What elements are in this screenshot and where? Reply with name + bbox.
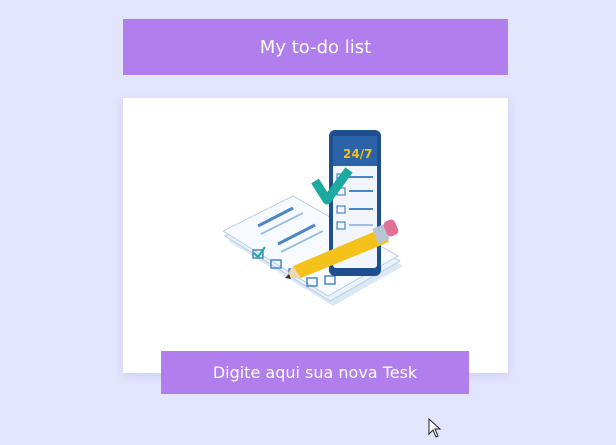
svg-text:24/7: 24/7 [343, 147, 372, 161]
page-title: My to-do list [123, 19, 508, 75]
page-title-text: My to-do list [259, 36, 372, 58]
mouse-pointer-icon [428, 418, 442, 438]
new-task-input[interactable]: Digite aqui sua nova Tesk [161, 351, 469, 394]
illustration-card: 24/7 [123, 98, 508, 373]
new-task-placeholder: Digite aqui sua nova Tesk [212, 363, 418, 382]
todo-checklist-illustration-icon: 24/7 [223, 130, 403, 306]
